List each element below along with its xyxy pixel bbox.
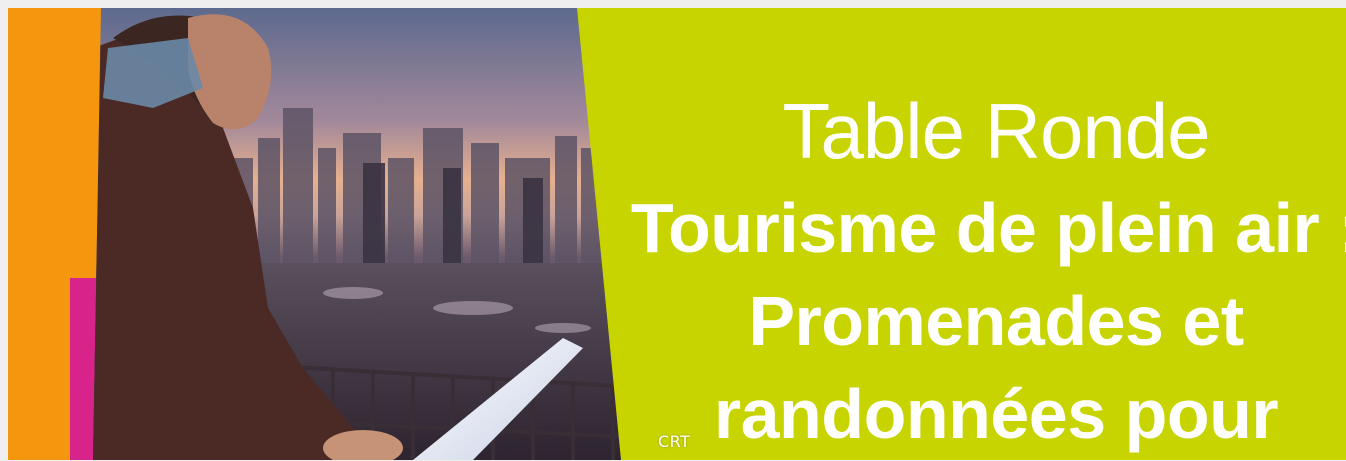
banner-photo <box>93 8 633 460</box>
banner-headline: Table Ronde Tourisme de plein air : Prom… <box>616 92 1346 461</box>
banner-kicker: Table Ronde <box>782 87 1211 175</box>
image-credit: CRT <box>658 432 691 451</box>
banner-title: Tourisme de plein air : Promenades et ra… <box>630 189 1346 454</box>
